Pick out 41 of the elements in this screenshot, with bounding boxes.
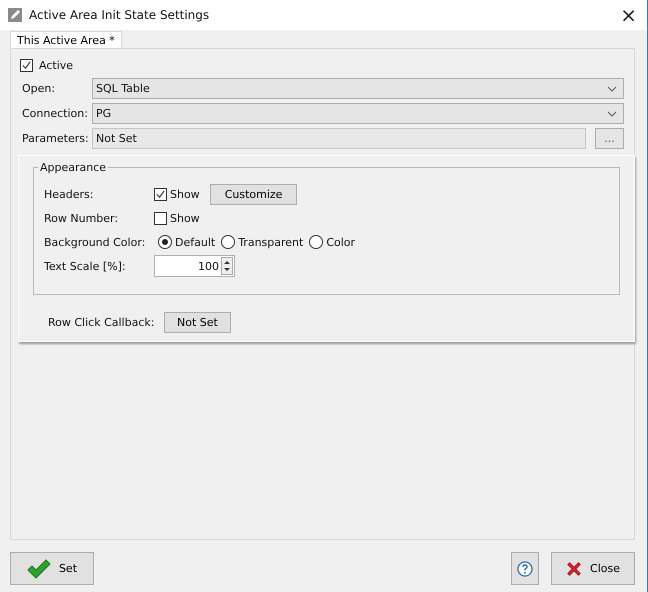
field-label: Parameters: xyxy=(21,132,90,145)
chevron-down-icon xyxy=(607,86,617,92)
group-title: Appearance xyxy=(38,161,108,174)
close-button[interactable]: × xyxy=(618,5,639,25)
dropdown[interactable]: PG xyxy=(92,103,624,124)
help-button[interactable] xyxy=(511,552,539,585)
field-label: Text Scale [%]: xyxy=(44,260,127,272)
dropdown[interactable]: SQL Table xyxy=(92,78,624,99)
checkmark-icon xyxy=(26,558,51,578)
tab[interactable]: This Active Area * xyxy=(10,31,122,48)
radio-label: Transparent xyxy=(238,236,304,248)
chevron-down-icon xyxy=(607,110,617,116)
close-button[interactable]: Close xyxy=(551,552,635,585)
number-field[interactable]: 100 xyxy=(154,255,235,277)
radio-label: Default xyxy=(175,236,216,248)
checkbox[interactable] xyxy=(20,58,33,72)
radio-label: Color xyxy=(326,236,356,248)
field-label: Open: xyxy=(21,82,56,95)
field-label: Connection: xyxy=(21,107,89,120)
more-button[interactable]: ... xyxy=(595,128,624,149)
text-field[interactable]: Not Set xyxy=(92,128,586,149)
checkbox-label: Active xyxy=(39,58,74,72)
checkbox[interactable] xyxy=(154,188,167,200)
radio-button[interactable] xyxy=(221,235,236,249)
window-title: Active Area Init State Settings xyxy=(29,8,210,22)
field-label: Row Click Callback: xyxy=(48,316,156,329)
callback-button[interactable]: Not Set xyxy=(164,312,231,333)
pencil-icon xyxy=(8,8,22,22)
checkbox-label: Show xyxy=(170,212,200,224)
customize-button[interactable]: Customize xyxy=(210,184,298,204)
question-mark-icon xyxy=(517,560,533,576)
field-label: Headers: xyxy=(44,188,94,200)
field-label: Row Number: xyxy=(44,212,120,224)
cross-icon xyxy=(566,560,582,578)
checkbox-label: Show xyxy=(170,188,200,200)
radio-button[interactable] xyxy=(158,235,172,249)
field-label: Background Color: xyxy=(44,236,146,248)
spinner-arrows-icon xyxy=(221,257,233,275)
checkbox[interactable] xyxy=(154,212,167,224)
radio-button[interactable] xyxy=(309,235,324,249)
set-button[interactable]: Set xyxy=(10,552,94,585)
